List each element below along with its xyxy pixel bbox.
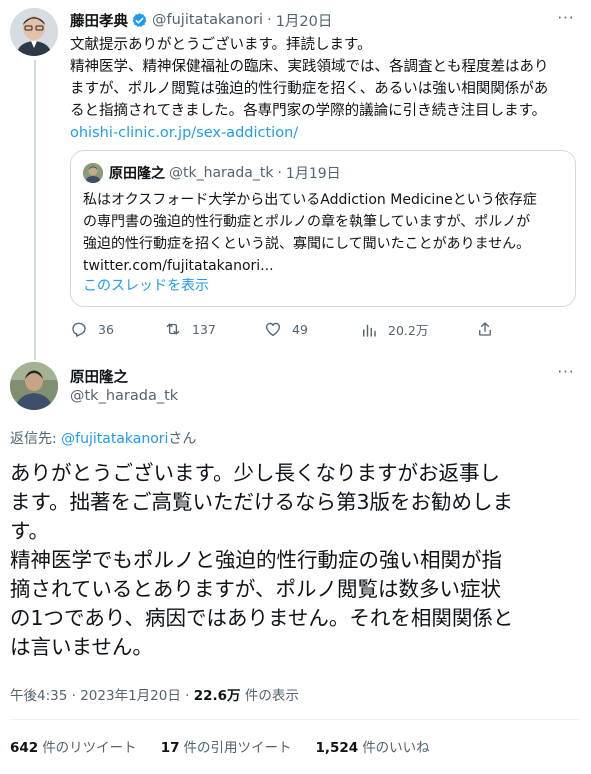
replying-mention-link[interactable]: @fujitatakanori [61,431,168,447]
reply-icon [72,322,86,337]
thread-connector-line [34,60,36,360]
tweet-text-line: ありがとうございます。少し長くなりますがお返事し [10,461,500,485]
tweet-text-line: ます。拙著をご高覧いただけるなら第3版をお勧めしま [10,490,513,514]
tweet-time[interactable]: 午後4:35 [10,688,67,704]
reply-author-name[interactable]: 原田隆之 [70,366,128,387]
tweet-text-line: 精神医学、精神保健福祉の臨床、実践領域では、各調査とも程度差はあり [70,59,549,75]
tweet-text-line: は言いません。 [10,635,153,659]
quoted-author-name: 原田隆之 [109,166,165,182]
heart-icon [265,322,281,337]
replying-suffix: さん [168,431,197,447]
tweet-text-line: ますが、ポルノ閲覧は強迫的性行動症を招く、あるいは強い相関関係があ [70,81,549,97]
tweet-meta: 午後4:35 · 2023年1月20日 · 22.6万 件の表示 [10,684,299,704]
tweet-date[interactable]: 2023年1月20日 [80,688,181,704]
retweets-count: 642 [10,740,39,756]
show-thread-link[interactable]: このスレッドを表示 [83,275,209,295]
quoted-tweet-card[interactable]: 原田隆之 @tk_harada_tk · 1月19日 私はオクスフォード大学から… [70,150,576,307]
retweet-count: 137 [192,321,216,337]
parent-author-avatar[interactable] [10,8,58,56]
reply-more-options-icon[interactable]: ··· [554,365,578,384]
quotes-stat-link[interactable]: 17 件の引用ツイート [161,736,292,756]
parent-tweet-text: 文献提示ありがとうございます。拝読します。 精神医学、精神保健福祉の臨床、実践領… [70,34,578,144]
like-count: 49 [292,321,308,337]
tweet-text-line: 強迫的性行動症を招くという説、寡聞にして聞いたことがありません。 [83,236,531,252]
like-button[interactable]: 49 [264,320,308,338]
likes-stat-link[interactable]: 1,524 件のいいね [315,736,429,756]
tweet-views-label: 件の表示 [244,688,299,704]
reply-count: 36 [98,321,114,337]
likes-count: 1,524 [315,740,359,756]
parent-tweet-date[interactable]: 1月20日 [276,10,333,31]
quoted-author-avatar [83,163,103,183]
quotes-label: 件の引用ツイート [183,740,292,756]
reply-author-handle[interactable]: @tk_harada_tk [70,388,178,404]
views-count: 20.2万 [388,323,429,338]
parent-tweet-header: 藤田孝典 @fujitatakanori · 1月20日 [70,10,332,30]
tweet-text-line: 摘されているとありますが、ポルノ閲覧は数多い症状 [10,577,501,601]
replying-prefix: 返信先: [10,431,62,447]
avatar-photo-icon [10,8,58,56]
parent-tweet-actions: 36 137 49 20.2万 [70,320,491,342]
retweet-icon [166,323,180,335]
quoted-tweet-text: 私はオクスフォード大学から出ているAddiction Medicineという依存… [83,189,569,277]
avatar-photo-icon [83,163,103,183]
parent-tweet-link[interactable]: ohishi-clinic.or.jp/sex-addiction/ [70,125,298,141]
tweet-text-line: ると指摘されてきました。各専門家の学際的議論に引き続き注目します。 [70,103,547,119]
quoted-tweet-header: 原田隆之 @tk_harada_tk · 1月19日 [83,163,341,183]
meta-separator: · [71,688,76,704]
analytics-icon [363,324,376,337]
retweets-stat-link[interactable]: 642 件のリツイート [10,736,137,756]
reply-tweet-text: ありがとうございます。少し長くなりますがお返事し ます。拙著をご高覧いただけるな… [10,459,585,662]
quoted-author-handle: @tk_harada_tk [169,165,274,181]
header-separator: · [277,165,282,181]
share-button[interactable] [476,320,504,338]
parent-more-options-icon[interactable]: ··· [554,11,578,30]
tweet-views-count: 22.6万 [193,688,241,704]
reply-button[interactable]: 36 [70,320,114,338]
tweet-stats: 642 件のリツイート 17 件の引用ツイート 1,524 件のいいね [10,736,454,756]
quoted-tweet-date: 1月19日 [285,166,341,182]
tweet-text-line: の専門書の強迫的性行動症とポルノの章を執筆していますが、ポルノが [83,214,531,230]
avatar-photo-icon [10,362,58,410]
tweet-text-line: 精神医学でもポルノと強迫的性行動症の強い相関が指 [10,548,502,572]
reply-author-avatar[interactable] [10,362,58,410]
meta-separator: · [185,688,190,704]
views-button[interactable]: 20.2万 [360,320,428,339]
tweet-text-line: 文献提示ありがとうございます。拝読します。 [70,37,372,53]
parent-author-name[interactable]: 藤田孝典 [70,10,128,31]
tweet-text-line: の1つであり、病因ではありません。それを相関関係と [10,606,514,630]
header-separator: · [267,12,272,28]
divider [10,719,581,720]
parent-author-handle[interactable]: @fujitatakanori [152,12,263,28]
retweets-label: 件のリツイート [42,740,137,756]
tweet-text-line: 私はオクスフォード大学から出ているAddiction Medicineという依存… [83,192,537,208]
tweet-text-line: す。 [10,519,49,543]
share-icon [479,322,491,336]
replying-to: 返信先: @fujitatakanoriさん [10,428,196,448]
quotes-count: 17 [160,740,180,756]
verified-badge-icon [132,12,147,27]
tweet-text-line: twitter.com/fujitatakanori... [83,258,274,274]
likes-label: 件のいいね [362,740,430,756]
parent-tweet[interactable]: 藤田孝典 @fujitatakanori · 1月20日 ··· 文献提示ありが… [0,0,591,360]
retweet-button[interactable]: 137 [164,320,216,338]
